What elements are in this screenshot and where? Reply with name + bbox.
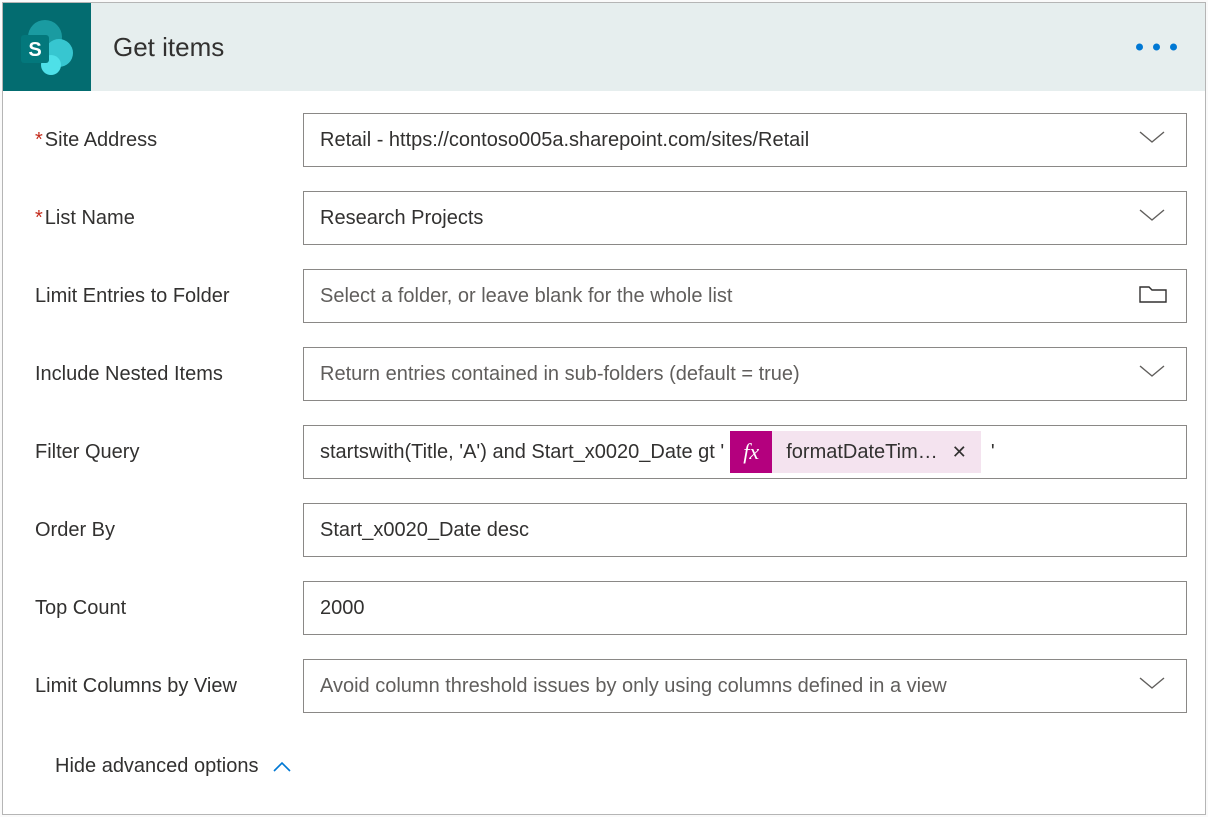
row-site-address: *Site Address Retail - https://contoso00… — [21, 113, 1187, 167]
chevron-down-icon — [1138, 674, 1166, 698]
list-name-dropdown[interactable]: Research Projects — [303, 191, 1187, 245]
chevron-down-icon — [1138, 128, 1166, 152]
get-items-card: S Get items *Site Address Retail - https… — [2, 2, 1206, 815]
top-count-input[interactable]: 2000 — [303, 581, 1187, 635]
label-limit-folder: Limit Entries to Folder — [21, 285, 303, 308]
label-include-nested: Include Nested Items — [21, 363, 303, 386]
label-site-address: *Site Address — [21, 129, 303, 152]
advanced-toggle-label: Hide advanced options — [55, 755, 258, 778]
card-header: S Get items — [3, 3, 1205, 91]
card-body: *Site Address Retail - https://contoso00… — [3, 91, 1205, 814]
filter-query-text-after: ' — [991, 441, 995, 464]
site-address-value: Retail - https://contoso005a.sharepoint.… — [320, 129, 809, 152]
chevron-down-icon — [1138, 206, 1166, 230]
row-limit-folder: Limit Entries to Folder Select a folder,… — [21, 269, 1187, 323]
dots-icon — [1136, 44, 1143, 51]
required-asterisk: * — [35, 129, 43, 151]
site-address-dropdown[interactable]: Retail - https://contoso005a.sharepoint.… — [303, 113, 1187, 167]
limit-folder-input[interactable]: Select a folder, or leave blank for the … — [303, 269, 1187, 323]
remove-token-button[interactable]: ✕ — [948, 442, 971, 463]
list-name-value: Research Projects — [320, 207, 483, 230]
row-filter-query: Filter Query startswith(Title, 'A') and … — [21, 425, 1187, 479]
expression-token[interactable]: fx formatDateTim… ✕ — [730, 431, 981, 473]
order-by-value: Start_x0020_Date desc — [320, 519, 529, 542]
svg-text:S: S — [28, 39, 41, 61]
label-filter-query: Filter Query — [21, 441, 303, 464]
limit-columns-placeholder: Avoid column threshold issues by only us… — [320, 675, 947, 698]
more-menu-button[interactable] — [1136, 44, 1177, 51]
filter-query-input[interactable]: startswith(Title, 'A') and Start_x0020_D… — [303, 425, 1187, 479]
row-limit-columns: Limit Columns by View Avoid column thres… — [21, 659, 1187, 713]
filter-query-text: startswith(Title, 'A') and Start_x0020_D… — [320, 441, 724, 464]
row-order-by: Order By Start_x0020_Date desc — [21, 503, 1187, 557]
include-nested-placeholder: Return entries contained in sub-folders … — [320, 363, 800, 386]
sharepoint-icon: S — [3, 3, 91, 91]
row-top-count: Top Count 2000 — [21, 581, 1187, 635]
card-title: Get items — [113, 32, 224, 63]
limit-columns-dropdown[interactable]: Avoid column threshold issues by only us… — [303, 659, 1187, 713]
dots-icon — [1170, 44, 1177, 51]
label-order-by: Order By — [21, 519, 303, 542]
hide-advanced-options-toggle[interactable]: Hide advanced options — [21, 737, 1187, 806]
fx-icon: fx — [730, 431, 772, 473]
include-nested-dropdown[interactable]: Return entries contained in sub-folders … — [303, 347, 1187, 401]
label-top-count: Top Count — [21, 597, 303, 620]
expression-token-label: formatDateTim… — [786, 441, 938, 464]
chevron-up-icon — [272, 760, 292, 774]
row-include-nested: Include Nested Items Return entries cont… — [21, 347, 1187, 401]
order-by-input[interactable]: Start_x0020_Date desc — [303, 503, 1187, 557]
limit-folder-placeholder: Select a folder, or leave blank for the … — [320, 285, 732, 308]
label-limit-columns: Limit Columns by View — [21, 675, 303, 698]
top-count-value: 2000 — [320, 597, 365, 620]
folder-icon[interactable] — [1138, 282, 1168, 310]
chevron-down-icon — [1138, 362, 1166, 386]
dots-icon — [1153, 44, 1160, 51]
label-list-name: *List Name — [21, 207, 303, 230]
required-asterisk: * — [35, 207, 43, 229]
row-list-name: *List Name Research Projects — [21, 191, 1187, 245]
